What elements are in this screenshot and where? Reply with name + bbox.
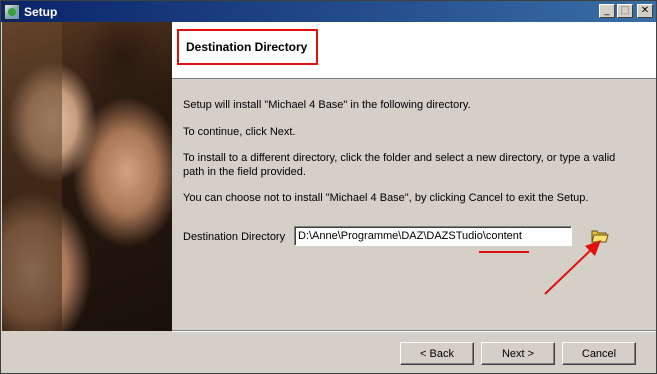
close-button[interactable]: ✕ [637,4,653,18]
change-directory-instruction: To install to a different directory, cli… [183,152,616,178]
window-title: Setup [24,4,58,19]
title-bar[interactable]: Setup _ □ ✕ [1,1,656,22]
maximize-icon: □ [620,5,630,16]
minimize-button[interactable]: _ [599,4,615,18]
install-description: Setup will install "Michael 4 Base" in t… [183,99,471,111]
annotation-arrow [544,240,601,295]
back-button[interactable]: < Back [400,342,474,365]
annotation-underline [479,251,529,253]
continue-instruction: To continue, click Next. [183,126,296,138]
minimize-icon: _ [604,5,610,16]
maximize-button[interactable]: □ [617,4,633,18]
header-title-highlight: Destination Directory [177,29,318,65]
header-panel: Destination Directory [172,22,656,79]
setup-window: Setup _ □ ✕ Destination Directory Setup … [0,0,657,374]
window-controls: _ □ ✕ [599,4,653,18]
close-icon: ✕ [640,5,650,16]
cancel-button[interactable]: Cancel [562,342,636,365]
page-title: Destination Directory [186,40,308,54]
banner-shading [2,22,62,331]
cancel-instruction: You can choose not to install "Michael 4… [183,192,589,204]
destination-directory-label: Destination Directory [183,231,286,243]
side-banner-image [2,22,172,331]
next-button[interactable]: Next > [481,342,555,365]
setup-app-icon [4,3,20,20]
footer-separator [172,330,656,332]
